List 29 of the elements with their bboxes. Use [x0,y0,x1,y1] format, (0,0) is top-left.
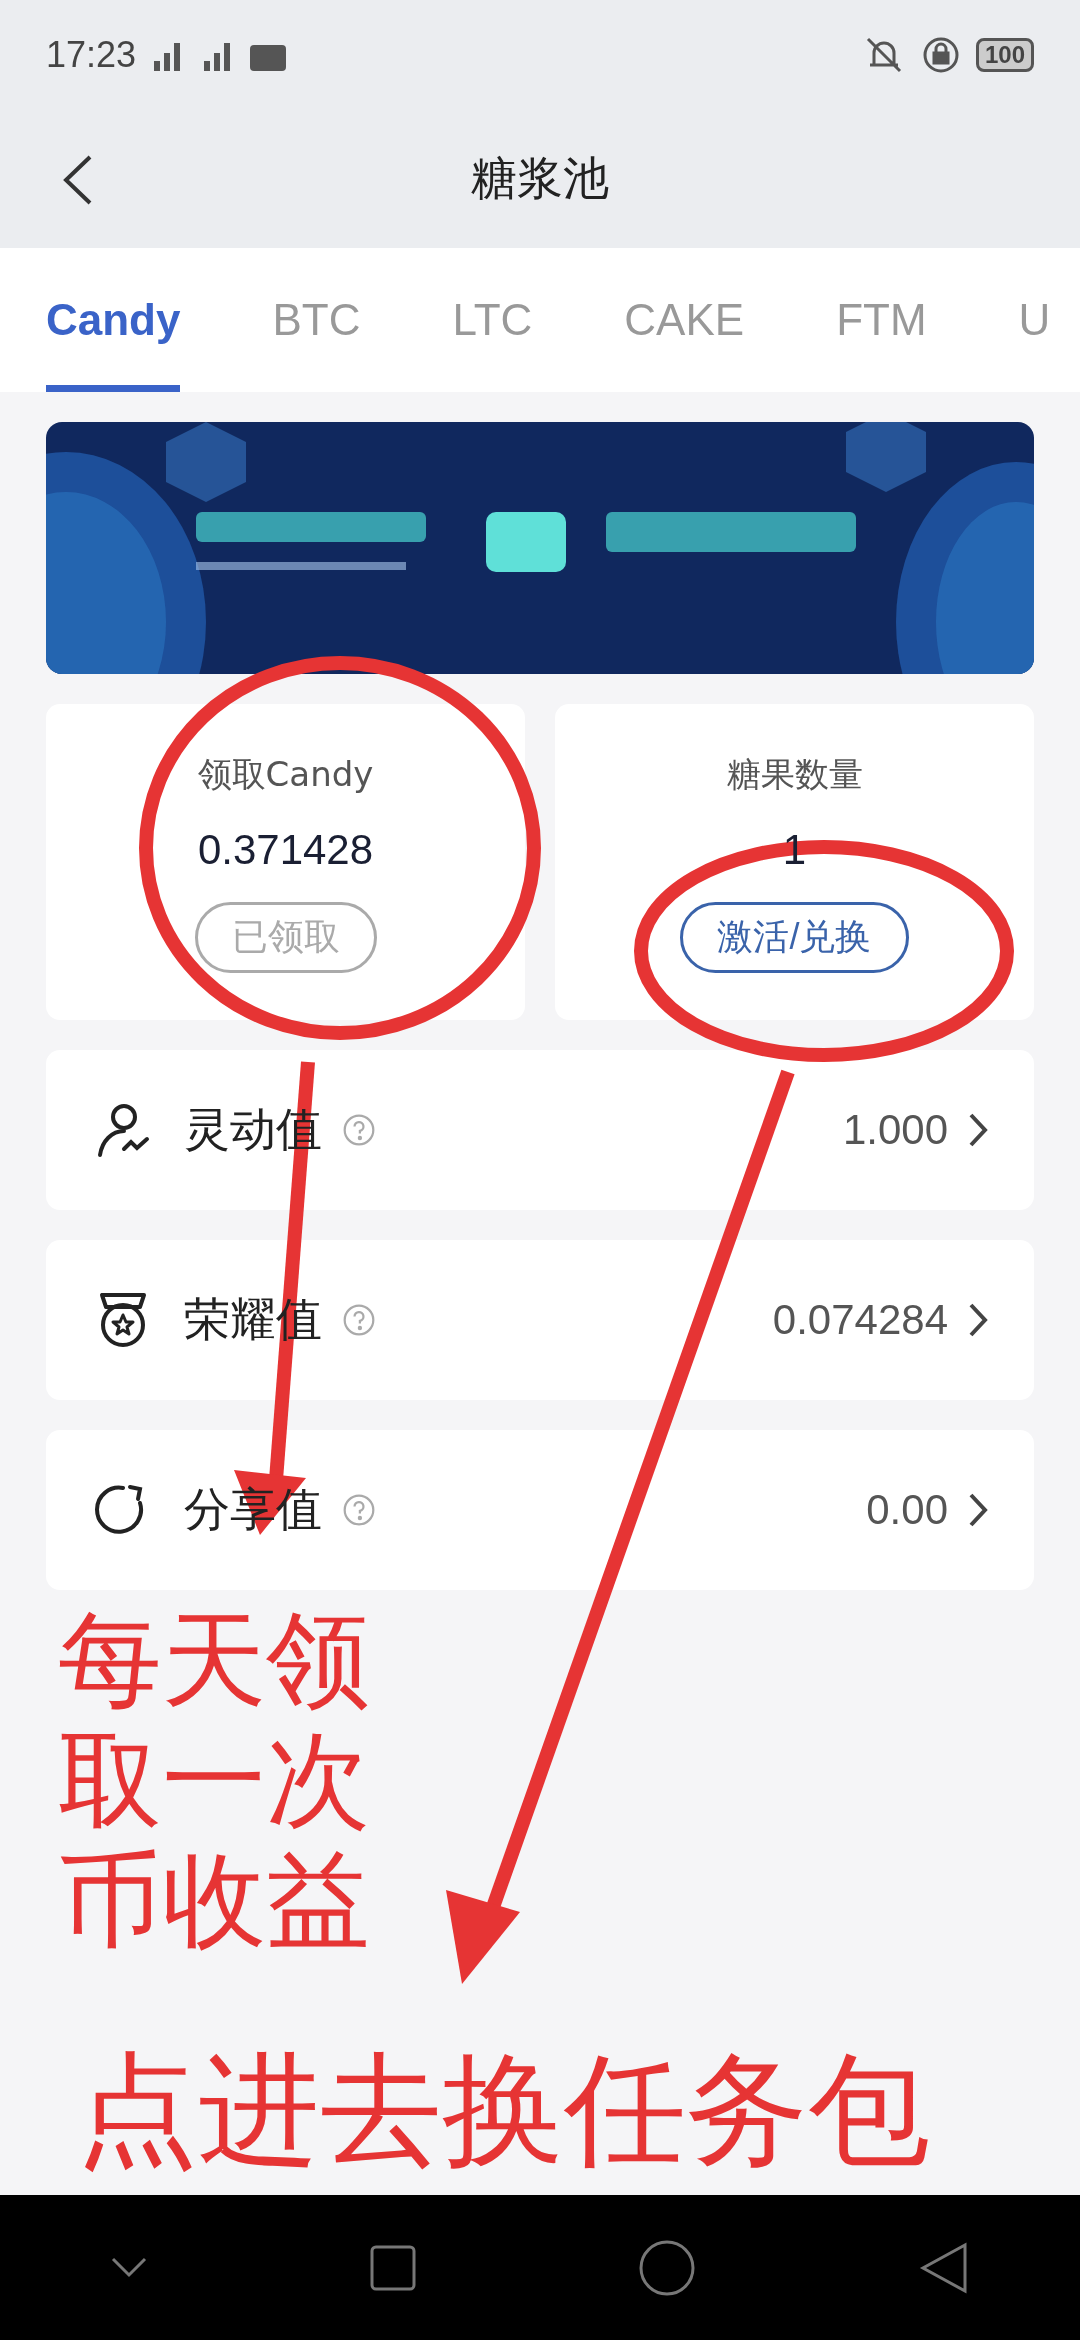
tab[interactable]: FTM [836,248,927,392]
row-value: 0.00 [866,1486,948,1534]
annotation-text: 取一次 [58,1720,371,1840]
back-icon[interactable] [62,155,92,205]
chevron-right-icon [968,1302,988,1338]
tab[interactable]: Candy [46,248,181,392]
page-title: 糖浆池 [471,150,609,207]
tab[interactable]: CAKE [624,248,745,392]
row-value: 1.000 [842,1106,948,1154]
annotation-text: 币收益 [58,1840,371,1960]
tab[interactable]: BTC [272,248,361,392]
battery-level: 100 [975,38,1034,72]
annotation-text: 点进去换任务包 [75,2038,931,2183]
status-time: 17:23 [46,34,137,76]
card-label: 领取Candy [197,752,374,796]
card-value: 0.371428 [197,825,374,874]
rotation-lock-icon [921,36,960,74]
tab[interactable]: LTC [452,248,533,392]
annotation-text: 每天领 [58,1600,371,1720]
chevron-down-icon[interactable] [111,2256,148,2279]
card-label: 糖果数量 [726,752,863,796]
triangle-icon[interactable] [918,2240,969,2295]
tab[interactable]: U [1018,248,1051,392]
card-button[interactable]: 激活/兑换 [680,901,909,973]
chevron-right-icon [968,1112,988,1148]
square-icon[interactable] [369,2244,416,2291]
chevron-right-icon [968,1492,988,1528]
row-value: 0.074284 [772,1296,948,1344]
circle-icon[interactable] [638,2238,697,2297]
